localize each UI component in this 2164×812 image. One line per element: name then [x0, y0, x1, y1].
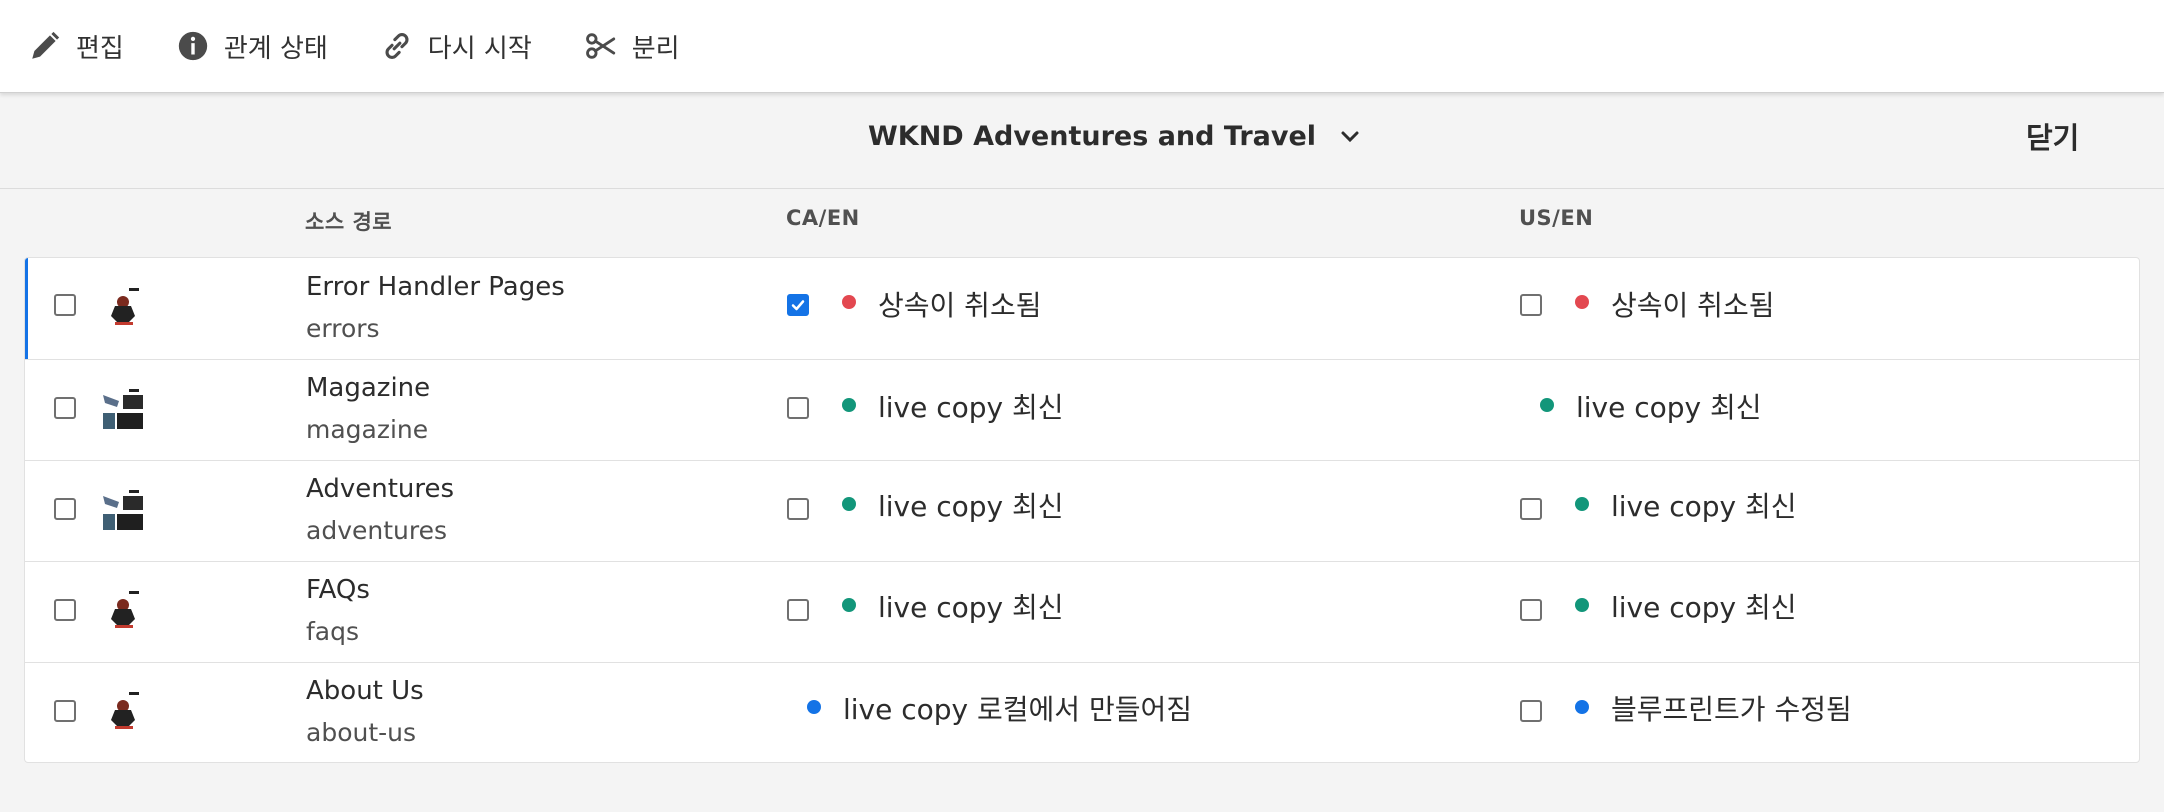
- detach-button[interactable]: 분리: [556, 21, 680, 71]
- row-title: About Us: [306, 676, 424, 706]
- us-en-status: live copy 최신: [1576, 391, 1762, 424]
- us-en-status: live copy 최신: [1611, 591, 1797, 624]
- status-dot-red: [1575, 295, 1589, 309]
- us-en-status: live copy 최신: [1611, 490, 1797, 523]
- ca-en-checkbox[interactable]: [787, 294, 809, 316]
- status-dot-green: [1575, 598, 1589, 612]
- row-path: about-us: [306, 718, 417, 747]
- table-row[interactable]: FAQs faqs live copy 최신 live copy 최신: [25, 561, 2139, 663]
- table-row[interactable]: Adventures adventures live copy 최신 live …: [25, 460, 2139, 562]
- us-en-status: 상속이 취소됨: [1611, 289, 1775, 322]
- relation-status-button[interactable]: 관계 상태: [148, 21, 328, 71]
- scissors-icon: [585, 33, 615, 59]
- status-dot-green: [1575, 497, 1589, 511]
- table-row[interactable]: Magazine magazine live copy 최신 live copy…: [25, 359, 2139, 461]
- status-dot-green: [842, 497, 856, 511]
- close-button[interactable]: 닫기: [2026, 115, 2079, 157]
- resume-label: 다시 시작: [427, 33, 532, 64]
- row-path: adventures: [306, 516, 447, 545]
- ca-en-status: 상속이 취소됨: [878, 289, 1042, 322]
- status-dot-red: [842, 295, 856, 309]
- row-select-checkbox[interactable]: [54, 700, 76, 722]
- pencil-icon: [32, 31, 60, 59]
- row-title: Adventures: [306, 474, 455, 504]
- page-thumbnail: [101, 387, 145, 431]
- page-thumbnail: [101, 286, 145, 330]
- row-title: Error Handler Pages: [306, 272, 565, 302]
- row-select-checkbox[interactable]: [54, 294, 76, 316]
- row-path: faqs: [306, 617, 360, 646]
- row-select-checkbox[interactable]: [54, 397, 76, 419]
- table-row[interactable]: Error Handler Pages errors 상속이 취소됨 상속이 취…: [25, 258, 2139, 360]
- column-header-us-en: US/EN: [1519, 206, 1594, 230]
- live-copy-table: Error Handler Pages errors 상속이 취소됨 상속이 취…: [24, 257, 2140, 763]
- site-selector[interactable]: WKND Adventures and Travel: [868, 121, 1362, 152]
- status-dot-green: [1540, 398, 1554, 412]
- row-title: Magazine: [306, 373, 431, 403]
- info-icon: [178, 31, 208, 61]
- ca-en-status: live copy 최신: [878, 490, 1064, 523]
- site-title: WKND Adventures and Travel: [868, 121, 1317, 152]
- action-bar: 편집 관계 상태 다시 시작 분리: [0, 0, 2164, 93]
- page-thumbnail: [101, 488, 145, 532]
- ca-en-checkbox[interactable]: [787, 498, 809, 520]
- column-header-source-path: 소스 경로: [305, 210, 393, 234]
- us-en-checkbox[interactable]: [1520, 294, 1542, 316]
- table-row[interactable]: About Us about-us live copy 로컬에서 만들어짐 블루…: [25, 662, 2139, 762]
- link-icon: [385, 33, 409, 59]
- page-thumbnail: [101, 690, 145, 734]
- us-en-checkbox[interactable]: [1520, 599, 1542, 621]
- ca-en-checkbox[interactable]: [787, 599, 809, 621]
- ca-en-status: live copy 최신: [878, 591, 1064, 624]
- ca-en-status: live copy 로컬에서 만들어짐: [843, 693, 1193, 726]
- status-dot-blue: [807, 700, 821, 714]
- row-select-checkbox[interactable]: [54, 498, 76, 520]
- status-dot-green: [842, 598, 856, 612]
- status-dot-green: [842, 398, 856, 412]
- relation-status-label: 관계 상태: [223, 33, 328, 64]
- row-path: errors: [306, 314, 380, 343]
- us-en-checkbox[interactable]: [1520, 498, 1542, 520]
- edit-label: 편집: [76, 33, 124, 64]
- us-en-status: 블루프린트가 수정됨: [1611, 693, 1852, 726]
- ca-en-status: live copy 최신: [878, 391, 1064, 424]
- site-header: WKND Adventures and Travel 닫기: [0, 93, 2164, 189]
- status-dot-blue: [1575, 700, 1589, 714]
- row-title: FAQs: [306, 575, 370, 605]
- row-path: magazine: [306, 415, 429, 444]
- page-thumbnail: [101, 589, 145, 633]
- detach-label: 분리: [631, 33, 680, 64]
- ca-en-checkbox[interactable]: [787, 397, 809, 419]
- resume-button[interactable]: 다시 시작: [352, 21, 532, 71]
- chevron-down-icon: [1341, 131, 1359, 142]
- column-header-ca-en: CA/EN: [786, 206, 860, 230]
- row-select-checkbox[interactable]: [54, 599, 76, 621]
- edit-button[interactable]: 편집: [0, 21, 124, 71]
- us-en-checkbox[interactable]: [1520, 700, 1542, 722]
- checkmark-icon: [791, 300, 805, 311]
